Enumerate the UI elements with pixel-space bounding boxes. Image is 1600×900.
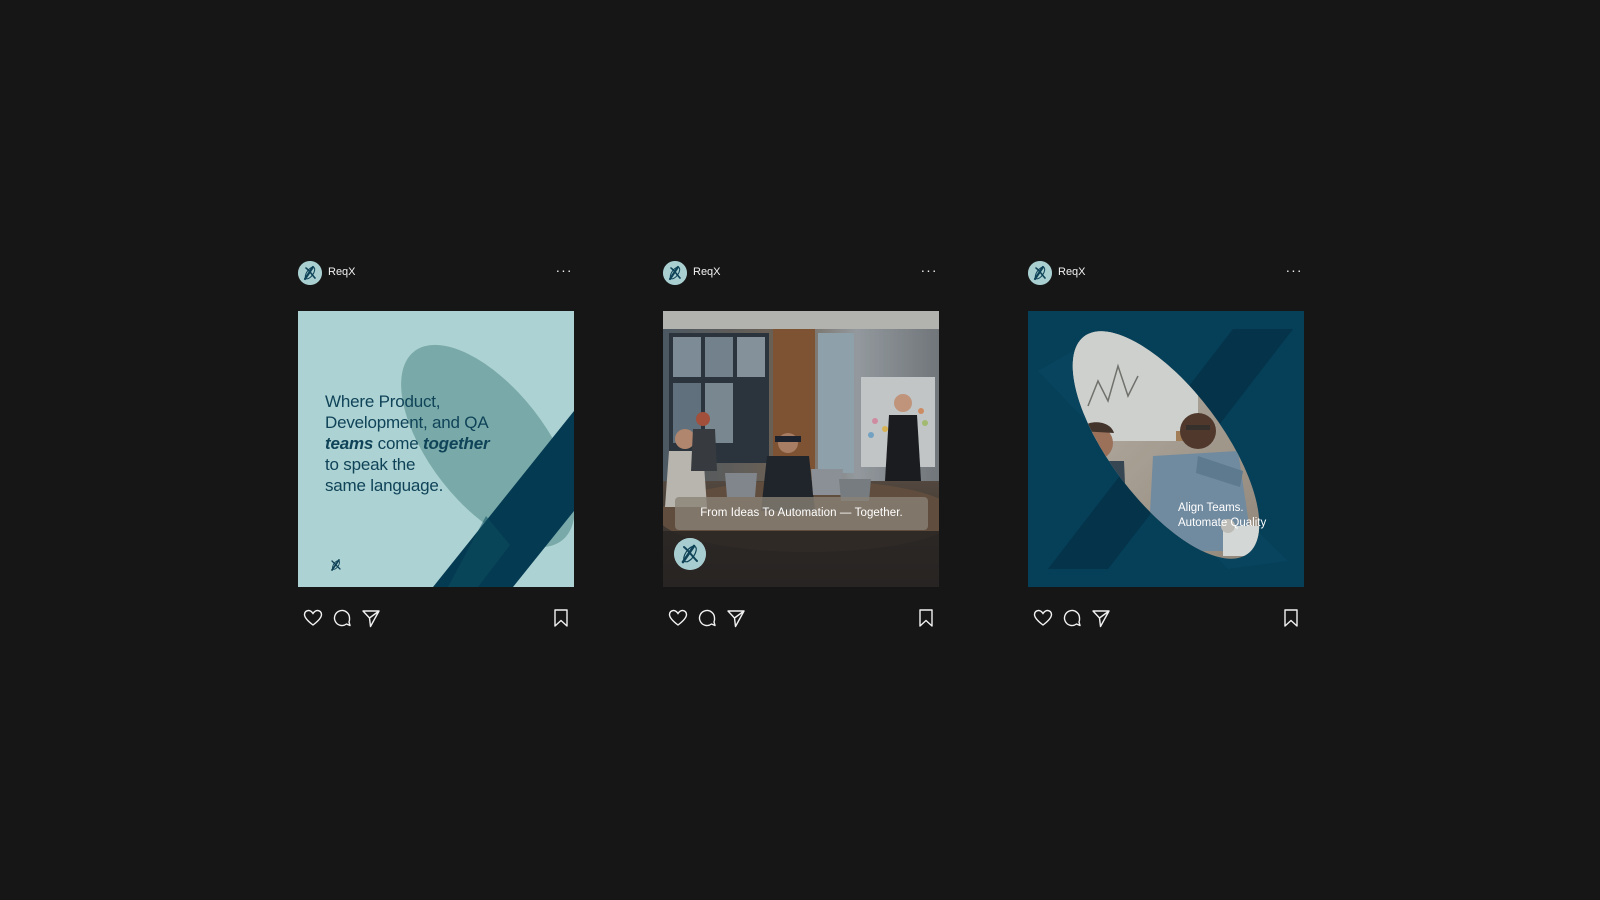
caption-line: Automate Quality [1178,517,1267,529]
oval-caption: Align Teams. Automate Quality [1178,501,1288,531]
comment-button[interactable] [331,607,353,629]
caption-line: Align Teams. [1178,502,1244,514]
post-media-oval-photo[interactable]: Align Teams. Automate Quality [1028,311,1304,587]
comment-button[interactable] [1061,607,1083,629]
avatar[interactable] [1028,261,1052,285]
share-button[interactable] [1090,607,1112,629]
reqx-logo-icon [663,261,687,285]
post-actions [663,607,939,629]
avatar[interactable] [663,261,687,285]
more-options-button[interactable]: ··· [1284,262,1304,282]
post-header: ReqX ··· [663,258,939,286]
comment-bubble-icon [698,609,716,627]
headline-line: Where Product, [325,392,441,411]
share-button[interactable] [360,607,382,629]
headline-line-emphasis: teams come together [325,433,515,454]
comment-bubble-icon [333,609,351,627]
post-media-text-slide[interactable]: Where Product, Development, and QA teams… [298,311,574,587]
headline-line: to speak the [325,455,416,474]
headline-line: same language. [325,476,444,495]
post-card-2: ReqX ··· From Ideas To Automation — Toge… [663,258,939,643]
bookmark-icon [919,609,933,627]
save-button[interactable] [550,607,572,629]
share-button[interactable] [725,607,747,629]
reqx-logo-icon [674,538,706,570]
meeting-photo [663,311,939,587]
comment-button[interactable] [696,607,718,629]
heart-icon [303,609,323,626]
reqx-logo-icon [298,261,322,285]
reqx-logo-icon [1028,261,1052,285]
comment-bubble-icon [1063,609,1081,627]
account-name[interactable]: ReqX [693,265,721,279]
emphasis-word: teams [325,434,374,453]
more-options-button[interactable]: ··· [919,262,939,282]
post-card-1: ReqX ··· Where Product, Development, and… [298,258,574,643]
photo-caption: From Ideas To Automation — Together. [675,497,928,530]
post-header: ReqX ··· [298,258,574,286]
emphasis-word: together [422,434,490,453]
like-button[interactable] [302,607,324,629]
post-header: ReqX ··· [1028,258,1304,286]
brand-oval-photo [1028,311,1304,587]
save-button[interactable] [1280,607,1302,629]
bookmark-icon [1284,609,1298,627]
send-icon [362,610,380,628]
post-card-3: ReqX ··· Align Teams. Automate Quality [1028,258,1304,643]
more-options-button[interactable]: ··· [554,262,574,282]
send-icon [727,610,745,628]
bookmark-icon [554,609,568,627]
account-name[interactable]: ReqX [328,265,356,279]
like-button[interactable] [667,607,689,629]
connector-text: come [373,434,423,453]
post-headline: Where Product, Development, and QA teams… [325,391,515,496]
avatar[interactable] [298,261,322,285]
heart-icon [668,609,688,626]
send-icon [1092,610,1110,628]
headline-line: Development, and QA [325,413,489,432]
save-button[interactable] [915,607,937,629]
post-actions [1028,607,1304,629]
like-button[interactable] [1032,607,1054,629]
post-media-photo[interactable]: From Ideas To Automation — Together. [663,311,939,587]
heart-icon [1033,609,1053,626]
post-actions [298,607,574,629]
reqx-logo-icon [328,557,344,573]
account-name[interactable]: ReqX [1058,265,1086,279]
